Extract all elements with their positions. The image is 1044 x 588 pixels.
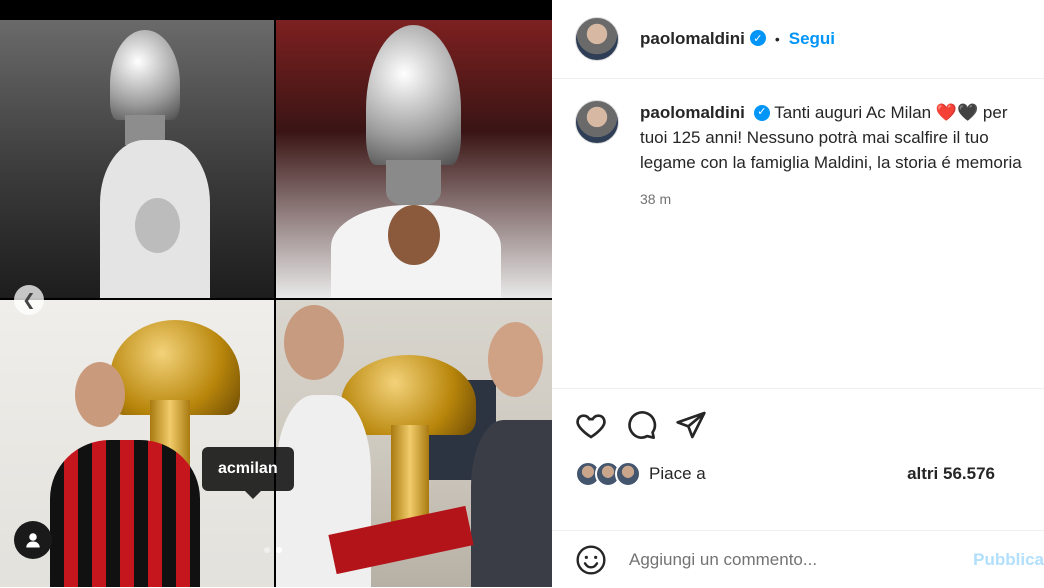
comment-bubble-icon[interactable] (625, 409, 657, 441)
caption-author-avatar[interactable] (575, 100, 619, 144)
publish-button[interactable]: Pubblica (973, 550, 1044, 570)
likes-count-link[interactable]: altri 56.576 (907, 464, 995, 484)
post-timestamp[interactable]: 38 m (640, 187, 1025, 212)
likes-prefix: Piace a (649, 464, 706, 483)
carousel-dot (264, 547, 270, 553)
separator-dot: • (774, 31, 780, 47)
smiley-icon[interactable] (575, 544, 607, 576)
likes-summary: Piace a altri 56.576 (575, 461, 995, 487)
photo-champions-league-trophy (276, 20, 552, 298)
liker-avatars (575, 461, 641, 487)
photo-scudetto-directors (276, 300, 552, 587)
chevron-left-icon: ❮ (22, 292, 36, 309)
carousel-dot-active (276, 547, 282, 553)
post-header: paolomaldini ✓ • Segui (552, 0, 1044, 79)
author-avatar[interactable] (575, 17, 619, 61)
post-actions: Piace a altri 56.576 (552, 388, 1044, 487)
photo-vintage-trophy-lift (0, 20, 274, 298)
action-icons (575, 409, 707, 441)
user-tag-bubble[interactable]: acmilan (202, 447, 294, 499)
comment-input[interactable] (627, 548, 971, 571)
liker-avatar[interactable] (615, 461, 641, 487)
carousel-indicator (264, 547, 282, 553)
heart-icon[interactable] (575, 409, 607, 441)
verified-badge-icon: ✓ (749, 30, 766, 46)
caption-author-username[interactable]: paolomaldini (640, 103, 745, 122)
follow-button[interactable]: Segui (789, 29, 835, 49)
caption-body: paolomaldini ✓ Tanti auguri Ac Milan ❤️🖤 … (640, 100, 1025, 212)
post-panel: paolomaldini ✓ • Segui paolomaldini ✓ Tan… (552, 0, 1044, 587)
carousel-prev-button[interactable]: ❮ (14, 285, 44, 315)
author-username[interactable]: paolomaldini (640, 29, 745, 49)
user-tag-icon (26, 533, 40, 548)
verified-badge-icon: ✓ (753, 104, 770, 121)
post-media[interactable]: ❮ acmilan (0, 0, 552, 587)
comment-bar: Pubblica (552, 530, 1044, 588)
paper-plane-icon[interactable] (675, 409, 707, 441)
post-caption: paolomaldini ✓ Tanti auguri Ac Milan ❤️🖤 … (575, 100, 1025, 212)
show-tags-button[interactable] (14, 521, 52, 559)
